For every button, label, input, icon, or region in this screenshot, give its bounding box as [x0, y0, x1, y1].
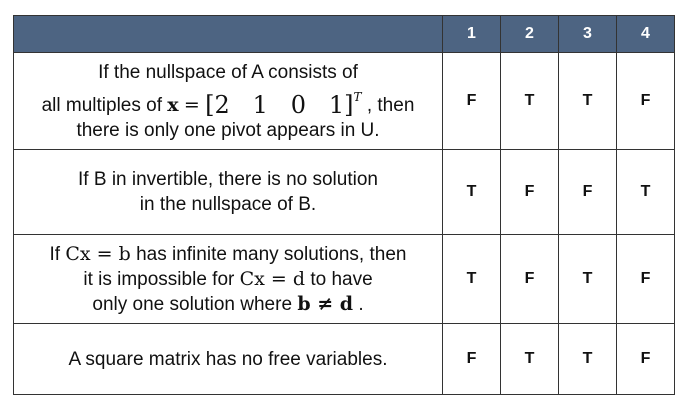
header-statement — [13, 15, 443, 53]
answer-cell: T — [500, 52, 559, 150]
statement-cell: A square matrix has no free variables. — [13, 323, 443, 395]
statement-text: , then — [366, 94, 415, 116]
statement-line: only one solution where b ≠ d . — [14, 292, 442, 317]
statement-line: all multiples of x = [2 1 0 1]T , then — [14, 85, 442, 118]
header-option-3: 3 — [558, 15, 617, 53]
statement-line: it is impossible for Cx = d to have — [14, 267, 442, 292]
answer-cell: T — [500, 323, 559, 395]
answer-cell: F — [558, 149, 617, 235]
math-equation: Cx = d — [239, 267, 306, 290]
answer-cell: F — [616, 234, 675, 324]
answer-cell: F — [442, 52, 501, 150]
math-row-vector: [2 1 0 1] — [205, 90, 354, 119]
math-inequality: b ≠ d — [297, 292, 354, 315]
answer-cell: F — [442, 323, 501, 395]
statement-cell: If Cx = b has infinite many solutions, t… — [13, 234, 443, 324]
math-vector-x: x — [167, 93, 179, 116]
statement-line: If the nullspace of A consists of — [98, 61, 358, 83]
statement-text: it is impossible for — [83, 268, 235, 290]
header-row: 1 2 3 4 — [13, 15, 675, 53]
statement-text: . — [358, 293, 364, 315]
math-transpose: T — [353, 89, 362, 104]
statement-text: has infinite many solutions, then — [136, 243, 407, 265]
statement-line: If Cx = b has infinite many solutions, t… — [14, 242, 442, 267]
statement-text: all multiples of — [41, 94, 162, 116]
answer-cell: F — [616, 52, 675, 150]
answer-cell: T — [558, 323, 617, 395]
answer-cell: F — [500, 234, 559, 324]
answer-cell: T — [558, 52, 617, 150]
statement-line: in the nullspace of B. — [139, 194, 317, 215]
math-equation: Cx = b — [65, 242, 131, 265]
answer-cell: F — [616, 323, 675, 395]
statement-line: there is only one pivot appears in U. — [76, 119, 380, 141]
answer-cell: T — [442, 149, 501, 235]
answer-cell: F — [500, 149, 559, 235]
statement-text: to have — [310, 268, 373, 290]
table-row: If B in invertible, there is no solution… — [13, 149, 675, 235]
answer-cell: T — [558, 234, 617, 324]
true-false-table: 1 2 3 4 If the nullspace of A consists o… — [13, 15, 675, 395]
answer-cell: T — [442, 234, 501, 324]
statement-text: only one solution where — [92, 293, 293, 315]
statement-line: A square matrix has no free variables. — [68, 348, 388, 370]
statement-cell: If the nullspace of A consists of all mu… — [13, 52, 443, 150]
header-option-2: 2 — [500, 15, 559, 53]
header-option-1: 1 — [442, 15, 501, 53]
answer-cell: T — [616, 149, 675, 235]
table-row: If Cx = b has infinite many solutions, t… — [13, 234, 675, 324]
statement-cell: If B in invertible, there is no solution… — [13, 149, 443, 235]
table-row: If the nullspace of A consists of all mu… — [13, 52, 675, 150]
header-option-4: 4 — [616, 15, 675, 53]
statement-line: If B in invertible, there is no solution — [78, 169, 378, 190]
math-equals: = — [183, 93, 200, 116]
table-row: A square matrix has no free variables. F… — [13, 323, 675, 395]
statement-text: If — [49, 243, 61, 265]
